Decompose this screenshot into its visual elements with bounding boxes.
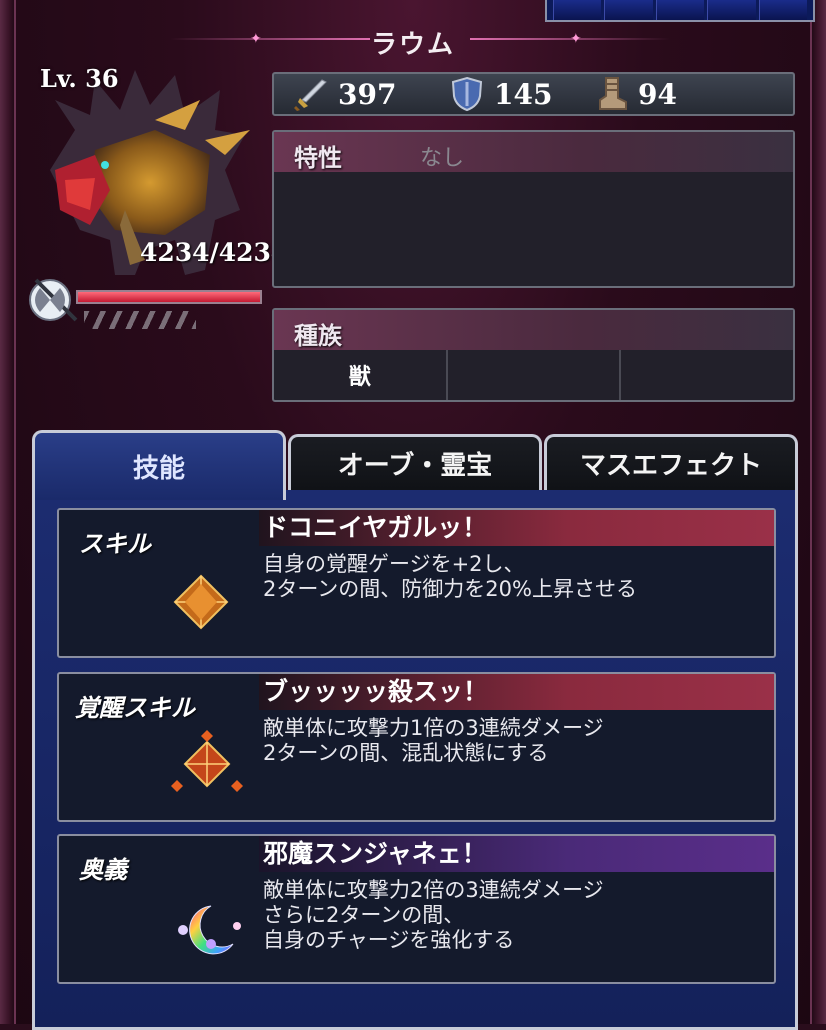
hp-bar — [76, 290, 262, 304]
break-gauge — [84, 311, 196, 329]
tribe-label: 種族 — [294, 322, 342, 350]
skill-type-label: スキル — [79, 530, 151, 558]
skill-type-label: 奥義 — [79, 856, 127, 884]
tab-mass-effect[interactable]: マスエフェクト — [544, 434, 798, 490]
awakening-skill-card[interactable]: ブッッッッ殺スッ！ 覚醒スキル 敵単体に攻撃力1倍の3連続ダメージ 2ターンの間… — [57, 672, 776, 822]
tribe-cell — [448, 350, 622, 400]
skill-name: 邪魔スンジャネェ！ — [259, 836, 774, 872]
skill-name: ブッッッッ殺スッ！ — [259, 674, 774, 710]
skill-description: 敵単体に攻撃力1倍の3連続ダメージ 2ターンの間、混乱状態にする — [263, 716, 604, 765]
hp-bar-fill — [78, 292, 260, 302]
shield-icon — [451, 76, 483, 112]
boot-icon — [599, 77, 627, 110]
skill-description: 自身の覚醒ゲージを+2し、 2ターンの間、防御力を20%上昇させる — [263, 552, 637, 601]
sword-icon — [294, 79, 327, 111]
skill-name: ドコニイヤガルッ！ — [259, 510, 774, 546]
awakening-crystal-icon — [171, 730, 243, 792]
tab-orbs[interactable]: オーブ・霊宝 — [288, 434, 542, 490]
unit-name: ラウム — [370, 30, 455, 60]
unit-name-header: ✦ ✦ ラウム — [0, 18, 826, 64]
tab-skills[interactable]: 技能 — [32, 430, 286, 500]
frame-right-edge — [812, 0, 826, 1024]
ultimate-card[interactable]: 邪魔スンジャネェ！ 奥義 敵単体に攻撃力2倍の3連続ダメージ さらに2ターンの間… — [57, 834, 776, 984]
frame-left-edge — [0, 0, 14, 1024]
tribe-panel: 種族 獣 — [272, 308, 795, 402]
crescent-moon-icon — [178, 905, 241, 955]
trait-panel: 特性 なし — [272, 130, 795, 288]
skill-type-label: 覚醒スキル — [75, 694, 195, 722]
tribe-cell — [621, 350, 793, 400]
unit-level: Lv. 36 — [40, 64, 119, 93]
unit-hp: 4234/4234 — [140, 238, 289, 267]
trait-label: 特性 — [294, 144, 342, 172]
skill-crystal-icon — [173, 574, 229, 630]
defense-value: 145 — [494, 77, 553, 111]
speed-value: 94 — [638, 77, 677, 111]
skill-card[interactable]: ドコニイヤガルッ！ スキル 自身の覚醒ゲージを+2し、 2ターンの間、防御力を2… — [57, 508, 776, 658]
stats-bar: 397 145 94 — [272, 72, 795, 116]
attack-value: 397 — [338, 77, 397, 111]
tribe-cell: 獣 — [274, 350, 448, 400]
skill-description: 敵単体に攻撃力2倍の3連続ダメージ さらに2ターンの間、 自身のチャージを強化す… — [263, 878, 604, 952]
trait-value: なし — [420, 146, 465, 171]
detail-tabs: 技能 オーブ・霊宝 マスエフェクト — [32, 430, 798, 500]
